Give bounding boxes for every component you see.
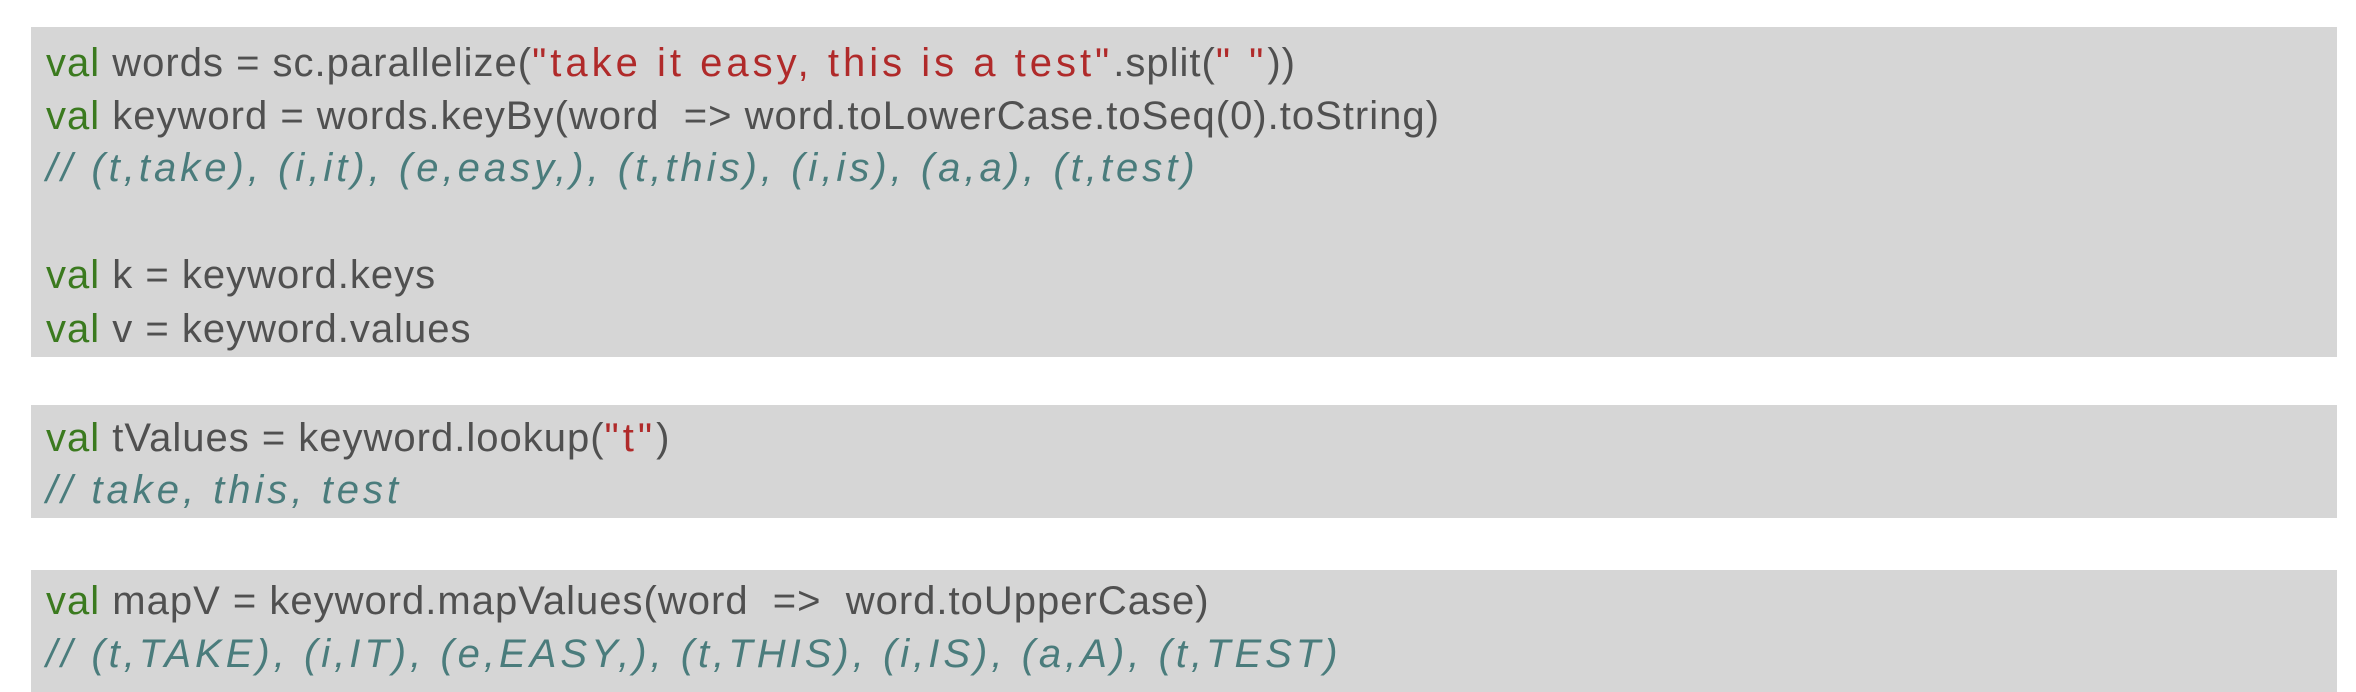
code-text: )) [1267,41,1296,85]
code-block-lookup: val tValues = keyword.lookup("t") // tak… [31,405,2337,518]
code-block-mapvalues: val mapV = keyword.mapValues(word => wor… [31,570,2337,692]
code-comment: // (t,take), (i,it), (e,easy,), (t,this)… [46,146,1199,190]
code-text: ) [656,416,671,460]
code-text: v = keyword.values [100,307,472,351]
string-literal: "take it easy, this is a test" [532,41,1114,85]
code-text: tValues = keyword.lookup( [100,416,605,460]
code-line-values: val v = keyword.values [46,302,472,356]
code-text: mapV = keyword.mapValues(word => word.to… [100,579,1210,623]
keyword-val: val [46,41,101,85]
code-line-mapvalues: val mapV = keyword.mapValues(word => wor… [46,574,1210,628]
keyword-val: val [46,253,101,297]
code-text: k = keyword.keys [100,253,437,297]
keyword-val: val [46,416,101,460]
code-text: keyword = words.keyBy(word => word.toLow… [100,94,1440,138]
code-text: words = sc.parallelize( [100,41,533,85]
code-line-lookup: val tValues = keyword.lookup("t") [46,411,670,465]
keyword-val: val [46,579,101,623]
keyword-val: val [46,94,101,138]
code-block-rdd-keyby: val words = sc.parallelize("take it easy… [31,27,2337,357]
string-literal: " " [1215,41,1268,85]
string-literal: "t" [604,416,657,460]
code-line-keyword: val keyword = words.keyBy(word => word.t… [46,89,1440,143]
code-text: .split( [1113,41,1216,85]
code-comment: // (t,TAKE), (i,IT), (e,EASY,), (t,THIS)… [46,632,1342,676]
code-line-words: val words = sc.parallelize("take it easy… [46,36,1296,90]
code-line-keys: val k = keyword.keys [46,248,436,302]
code-comment: // take, this, test [46,468,403,512]
keyword-val: val [46,307,101,351]
